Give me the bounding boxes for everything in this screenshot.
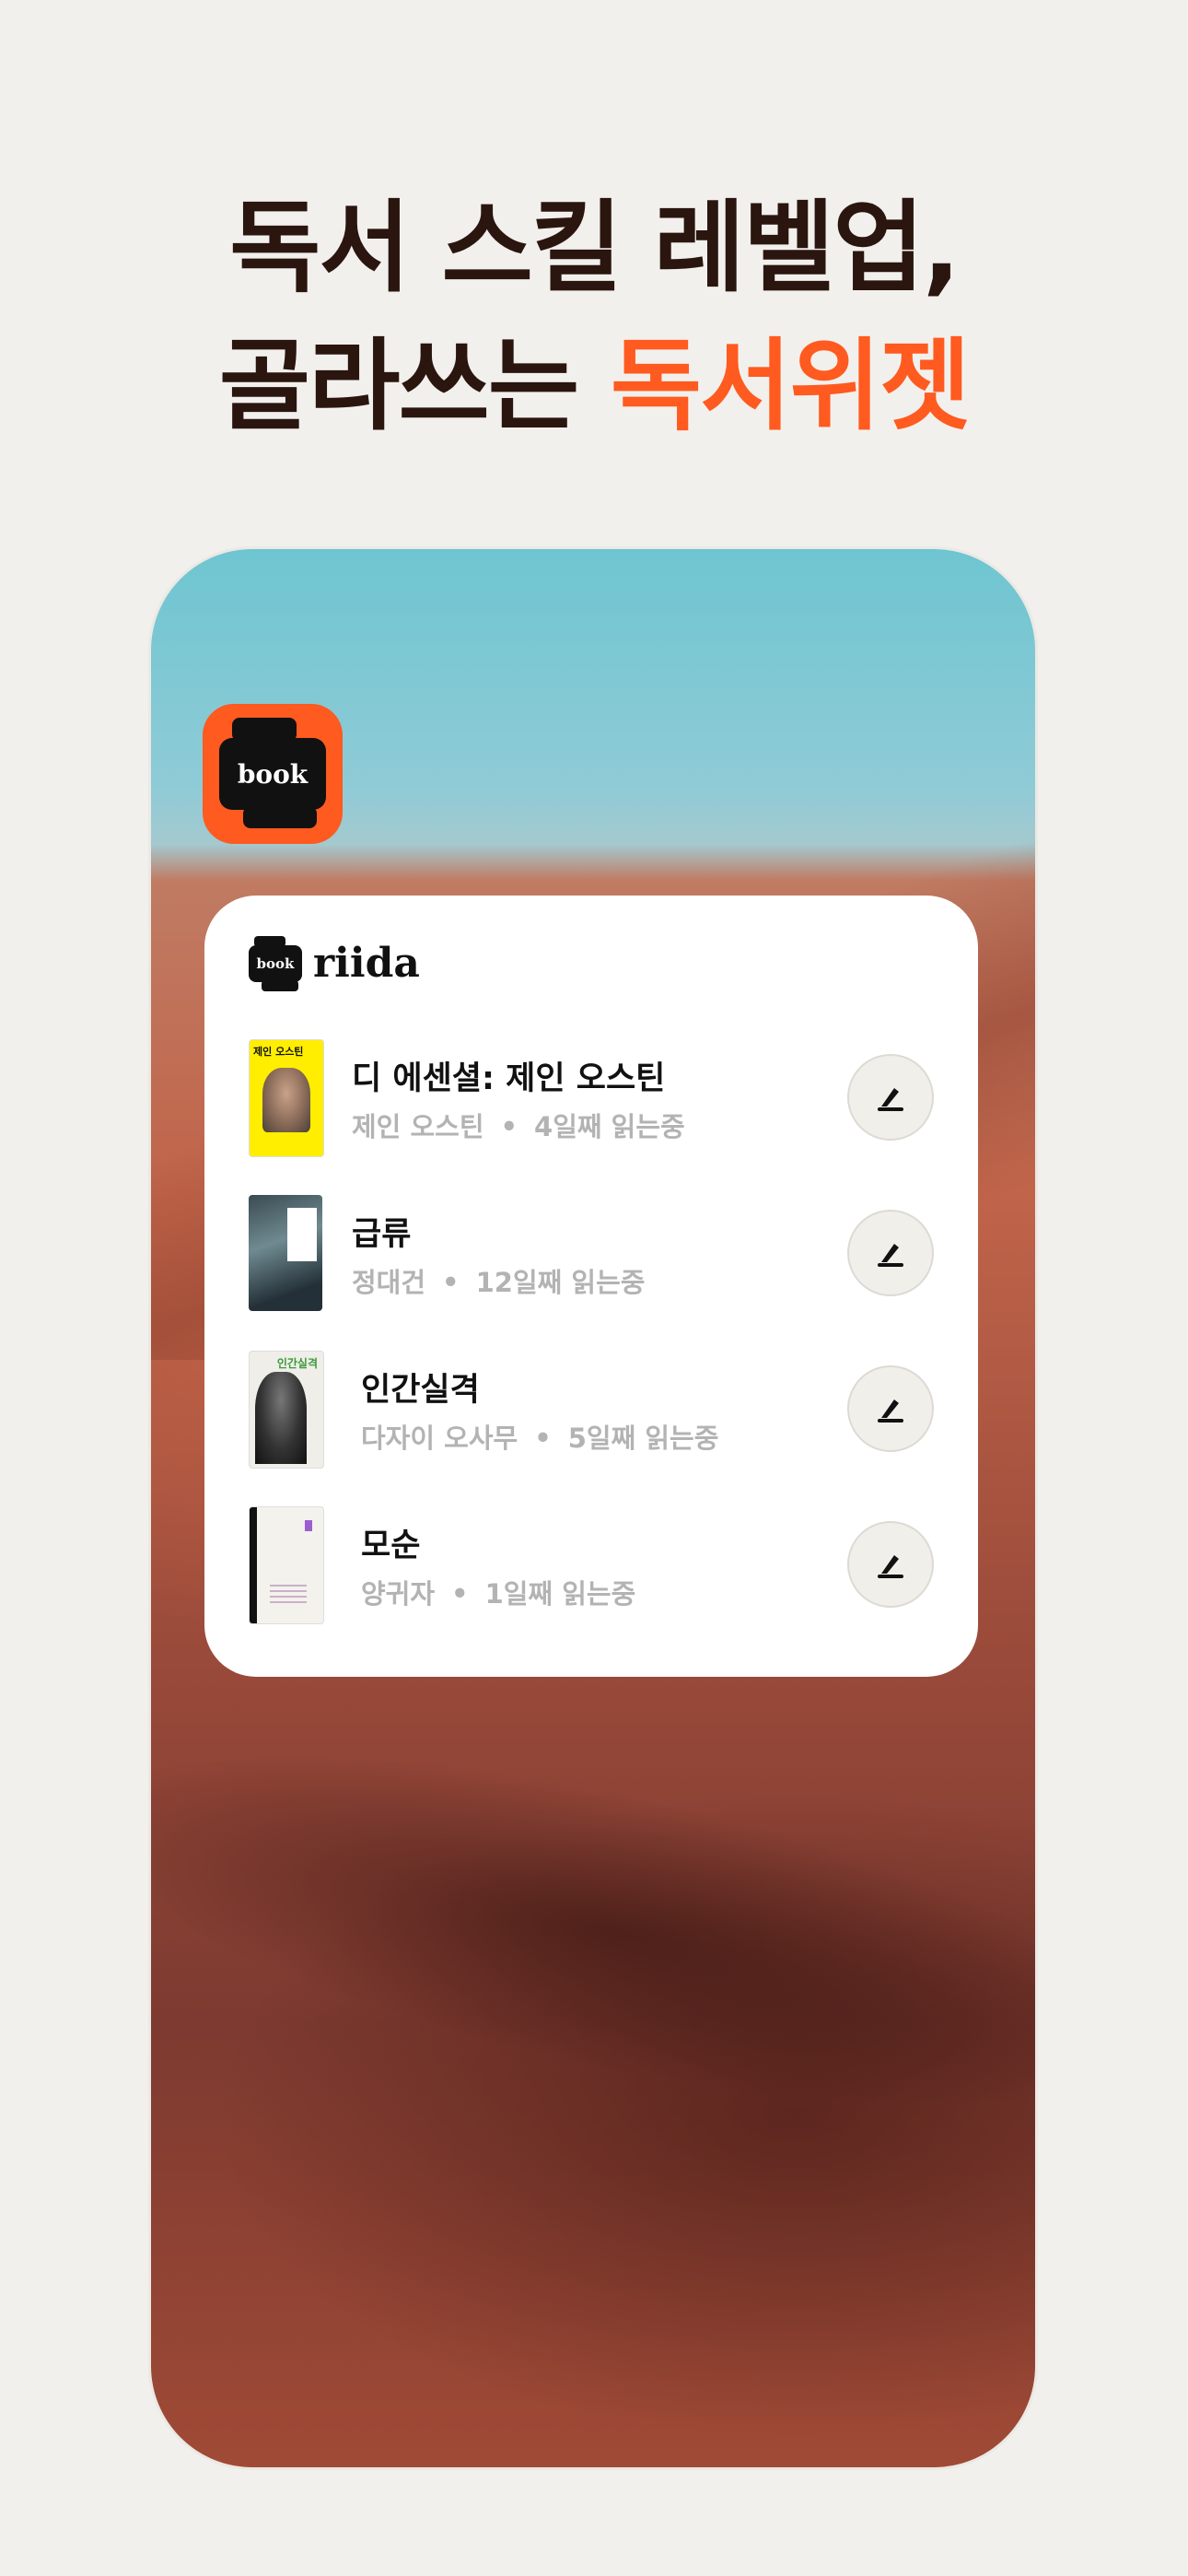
book-meta: 양귀자 • 1일째 읽는중 bbox=[361, 1573, 635, 1611]
book-cover bbox=[249, 1506, 324, 1624]
headline: 독서 스킬 레벨업, 골라쓰는 독서위젯 bbox=[0, 180, 1188, 456]
phone-home-screen: book book riida 제인 오스틴 디 에센셜: 제인 오스틴 제인 … bbox=[151, 549, 1035, 2467]
write-note-button[interactable] bbox=[847, 1210, 934, 1296]
write-note-button[interactable] bbox=[847, 1054, 934, 1141]
book-meta: 제인 오스틴 • 4일째 읽는중 bbox=[352, 1106, 685, 1144]
book-author: 다자이 오사무 bbox=[361, 1423, 518, 1454]
book-logo-icon: book bbox=[249, 935, 302, 991]
cover-paper bbox=[287, 1208, 317, 1261]
cover-portrait bbox=[262, 1068, 310, 1132]
pen-icon bbox=[878, 1088, 903, 1111]
headline-line-1: 독서 스킬 레벨업, bbox=[229, 191, 961, 306]
book-title: 모순 bbox=[361, 1528, 421, 1564]
app-icon[interactable]: book bbox=[203, 704, 343, 844]
wallpaper-shadow bbox=[151, 1680, 1035, 2182]
book-cover: 제인 오스틴 bbox=[249, 1039, 324, 1157]
book-cover bbox=[249, 1195, 322, 1311]
widget-logo-label: book bbox=[256, 954, 295, 972]
cover-lines bbox=[270, 1585, 307, 1605]
book-title: 인간실격 bbox=[361, 1372, 480, 1409]
book-item[interactable]: 급류 정대건 • 12일째 읽는중 bbox=[249, 1195, 934, 1315]
book-title: 디 에센셜: 제인 오스틴 bbox=[352, 1060, 666, 1097]
book-cover: 인간실격 bbox=[249, 1351, 324, 1469]
reading-progress: 5일째 읽는중 bbox=[567, 1423, 719, 1454]
cover-stripe bbox=[250, 1507, 257, 1623]
meta-separator: • bbox=[500, 1111, 518, 1142]
book-item[interactable]: 제인 오스틴 디 에센셜: 제인 오스틴 제인 오스틴 • 4일째 읽는중 bbox=[249, 1039, 934, 1159]
meta-separator: • bbox=[442, 1267, 460, 1298]
book-item[interactable]: 인간실격 인간실격 다자이 오사무 • 5일째 읽는중 bbox=[249, 1351, 934, 1470]
reading-progress: 12일째 읽는중 bbox=[475, 1267, 646, 1298]
book-author: 양귀자 bbox=[361, 1578, 436, 1610]
book-title: 급류 bbox=[352, 1216, 412, 1253]
cover-title: 인간실격 bbox=[276, 1357, 318, 1370]
headline-line-2: 골라쓰는 독서위젯 bbox=[0, 318, 1188, 456]
pen-icon bbox=[878, 1399, 903, 1423]
cover-title: 제인 오스틴 bbox=[253, 1046, 304, 1058]
book-meta: 정대건 • 12일째 읽는중 bbox=[352, 1261, 645, 1300]
brand-name: riida bbox=[313, 940, 420, 987]
book-item[interactable]: 모순 양귀자 • 1일째 읽는중 bbox=[249, 1506, 934, 1626]
write-note-button[interactable] bbox=[847, 1521, 934, 1608]
pen-icon bbox=[878, 1555, 903, 1578]
cover-portrait bbox=[255, 1372, 307, 1464]
book-author: 정대건 bbox=[352, 1267, 426, 1298]
book-meta: 다자이 오사무 • 5일째 읽는중 bbox=[361, 1417, 718, 1456]
reading-progress: 1일째 읽는중 bbox=[484, 1578, 636, 1610]
headline-prefix: 골라쓰는 bbox=[218, 329, 611, 444]
reading-progress: 4일째 읽는중 bbox=[534, 1111, 685, 1142]
book-author: 제인 오스틴 bbox=[352, 1111, 484, 1142]
app-icon-label: book bbox=[237, 758, 309, 790]
pen-icon bbox=[878, 1244, 903, 1267]
reading-widget[interactable]: book riida 제인 오스틴 디 에센셜: 제인 오스틴 제인 오스틴 • 4… bbox=[204, 896, 978, 1677]
book-logo-icon: book bbox=[219, 718, 326, 828]
cover-mark bbox=[305, 1520, 312, 1531]
write-note-button[interactable] bbox=[847, 1365, 934, 1452]
headline-accent: 독서위젯 bbox=[610, 329, 971, 444]
widget-brand: book riida bbox=[249, 935, 420, 991]
meta-separator: • bbox=[534, 1423, 552, 1454]
meta-separator: • bbox=[451, 1578, 469, 1610]
